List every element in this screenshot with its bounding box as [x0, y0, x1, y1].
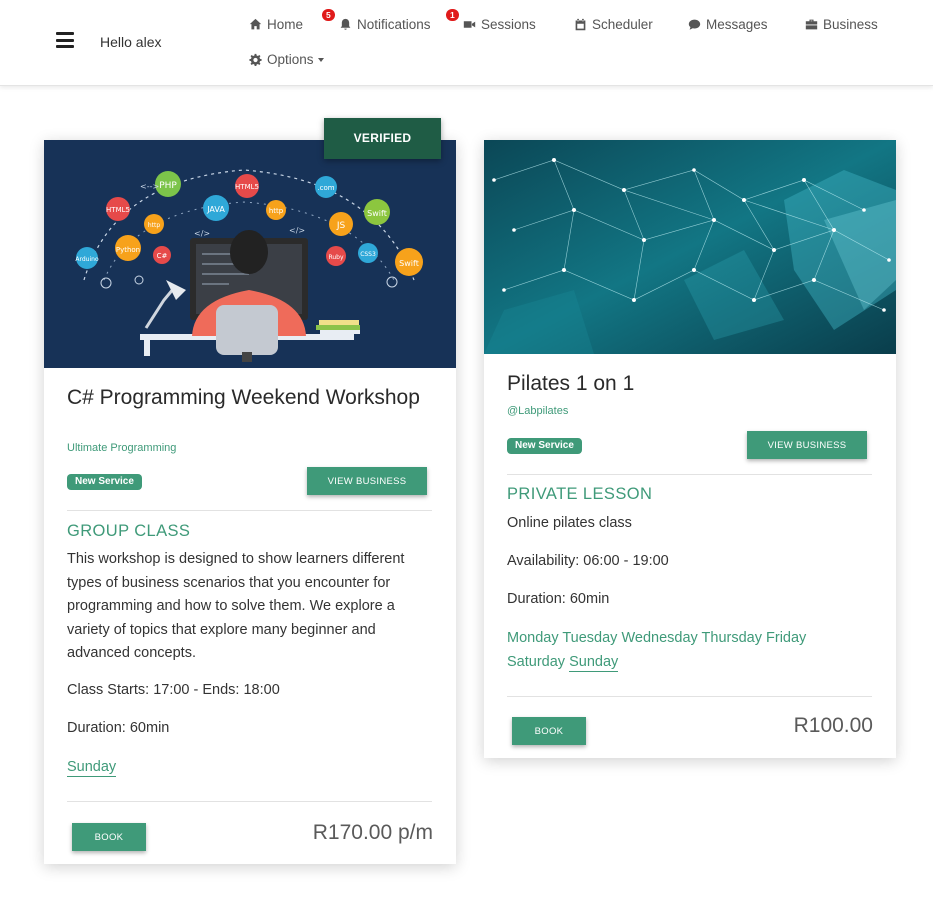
svg-text:</>: </> [194, 229, 210, 238]
new-service-badge: New Service [67, 474, 142, 490]
nav-sessions[interactable]: Sessions [463, 17, 536, 32]
service-price: R170.00 p/m [312, 821, 433, 844]
svg-text:.com: .com [317, 184, 334, 192]
calendar-icon [575, 18, 586, 31]
nav-home[interactable]: Home [249, 17, 303, 32]
nav-home-label: Home [267, 17, 304, 32]
svg-text:HTML5: HTML5 [235, 183, 259, 191]
caret-down-icon [317, 57, 324, 62]
gear-icon [249, 53, 262, 66]
sessions-count-badge: 1 [446, 9, 459, 21]
bell-icon [340, 18, 351, 30]
home-icon [249, 18, 262, 30]
class-duration: Duration: 60min [507, 591, 610, 607]
svg-text:PHP: PHP [159, 181, 177, 191]
svg-text:JAVA: JAVA [206, 205, 225, 214]
day-sunday[interactable]: Sunday [569, 654, 619, 672]
svg-text:http: http [269, 207, 284, 215]
programming-illustration-image: PHP HTML5 .com HTML5 JAVA http Swift htt… [44, 140, 456, 368]
class-duration: Duration: 60min [67, 720, 170, 736]
card-divider [67, 801, 432, 802]
class-type-label: PRIVATE LESSON [507, 485, 653, 503]
nav-options-dropdown[interactable]: Options [249, 52, 324, 67]
nav-notifications-label: Notifications [357, 17, 431, 32]
nav-business-label: Business [823, 17, 878, 32]
view-business-button[interactable]: VIEW BUSINESS [307, 467, 427, 495]
class-days: Monday Tuesday Wednesday Thursday Friday… [507, 626, 877, 674]
briefcase-icon [805, 19, 818, 30]
svg-text:</>: </> [289, 226, 305, 235]
svg-text:C#: C# [157, 252, 168, 260]
svg-text:HTML5: HTML5 [106, 206, 130, 214]
day-saturday: Saturday [507, 654, 566, 670]
service-title: C# Programming Weekend Workshop [67, 386, 420, 409]
business-name-link[interactable]: Ultimate Programming [67, 442, 176, 454]
nav-business[interactable]: Business [805, 17, 878, 32]
network-abstract-image [484, 140, 896, 354]
service-description: This workshop is designed to show learne… [67, 551, 405, 661]
class-days: Sunday [67, 755, 117, 779]
top-navbar: Hello alex Home Notifications 5 Sessions… [0, 0, 933, 86]
svg-text:JS: JS [336, 221, 346, 231]
view-business-button[interactable]: VIEW BUSINESS [747, 431, 867, 459]
nav-options-label: Options [267, 52, 314, 67]
weekdays-list: Monday Tuesday Wednesday Thursday Friday [507, 630, 807, 646]
nav-messages-label: Messages [706, 17, 768, 32]
service-card-csharp: PHP HTML5 .com HTML5 JAVA http Swift htt… [44, 140, 456, 864]
nav-sessions-label: Sessions [481, 17, 536, 32]
nav-scheduler[interactable]: Scheduler [574, 17, 653, 32]
nav-scheduler-label: Scheduler [592, 17, 653, 32]
svg-text:Ruby: Ruby [328, 254, 344, 261]
service-title: Pilates 1 on 1 [507, 372, 635, 395]
svg-text:<-->: <--> [140, 182, 159, 191]
card-divider [67, 510, 432, 511]
greeting-text: Hello alex [100, 34, 162, 50]
svg-text:CSS3: CSS3 [360, 251, 376, 258]
business-handle-link[interactable]: @Labpilates [507, 405, 568, 417]
svg-text:http: http [148, 222, 161, 229]
nav-notifications[interactable]: Notifications [339, 17, 431, 32]
service-card-pilates: Pilates 1 on 1 @Labpilates New Service V… [484, 140, 896, 758]
service-description: Online pilates class [507, 515, 632, 531]
availability-hours: Availability: 06:00 - 19:00 [507, 553, 669, 569]
hamburger-menu-icon[interactable] [56, 32, 74, 48]
class-type-label: GROUP CLASS [67, 522, 191, 540]
book-button[interactable]: BOOK [72, 823, 146, 851]
chat-icon [688, 19, 701, 30]
book-button[interactable]: BOOK [512, 717, 586, 745]
verified-badge: VERIFIED [324, 118, 441, 159]
nav-messages[interactable]: Messages [688, 17, 768, 32]
notifications-count-badge: 5 [322, 9, 335, 21]
new-service-badge: New Service [507, 438, 582, 454]
svg-text:Python: Python [116, 246, 140, 254]
svg-text:Swift: Swift [367, 209, 387, 218]
service-price: R100.00 [793, 714, 873, 737]
video-icon [463, 21, 476, 28]
day-sunday[interactable]: Sunday [67, 759, 117, 777]
card-divider [507, 474, 872, 475]
class-times: Class Starts: 17:00 - Ends: 18:00 [67, 682, 280, 698]
svg-text:Arduino: Arduino [75, 256, 99, 263]
card-divider [507, 696, 872, 697]
svg-text:Swift: Swift [399, 259, 419, 268]
